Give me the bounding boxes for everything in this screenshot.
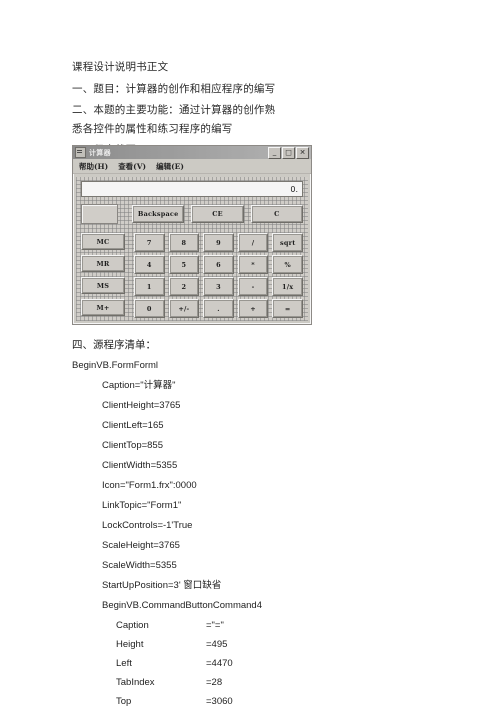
calculator-titlebar: 计算器 _ □ ✕ [73,146,311,159]
memory-add-button[interactable]: M+ [81,299,125,316]
property-name: Top [116,696,132,707]
property-name: TabIndex [116,677,155,688]
window-control-group: _ □ ✕ [268,146,309,159]
close-button[interactable]: ✕ [296,146,309,159]
property-name: Left [116,658,132,669]
key-4[interactable]: 4 [134,255,165,274]
memory-clear-button[interactable]: MC [81,233,125,250]
source-code-listing: 四、源程序清单： BeginVB.FormForml Caption="计算器"… [72,334,452,711]
code-line-command-begin: BeginVB.CommandButtonCommand4 [102,600,263,611]
property-name: Height [116,639,144,650]
key-decimal[interactable]: . [203,299,234,318]
key-3[interactable]: 3 [203,277,234,296]
clear-entry-button[interactable]: CE [191,205,244,223]
code-line-clientleft: ClientLeft=165 [102,420,164,431]
calculator-display[interactable]: 0. [81,181,303,197]
key-sqrt[interactable]: sqrt [272,233,303,252]
key-reciprocal[interactable]: 1/x [272,277,303,296]
backspace-button[interactable]: Backspace [132,205,185,223]
calculator-keypad-area: MC MR MS M+ 7 8 9 / sqrt 4 5 6 * % 1 2 3… [81,233,303,318]
code-line-scaleheight: ScaleHeight=3765 [102,540,180,551]
calculator-menubar: 帮助(H) 查看(V) 编辑(E) [73,159,311,174]
key-2[interactable]: 2 [168,277,200,296]
section-four-line: 四、源程序清单： [72,339,156,351]
memory-indicator [81,204,118,224]
key-7[interactable]: 7 [134,233,165,252]
key-equals[interactable]: = [272,299,303,318]
property-row: Top =3060 [72,692,452,711]
close-icon: ✕ [299,148,306,156]
key-sign[interactable]: +/- [168,299,200,318]
key-add[interactable]: + [237,299,269,318]
property-value: ="=" [206,620,224,631]
keypad-grid: 7 8 9 / sqrt 4 5 6 * % 1 2 3 - 1/x 0 +/-… [134,233,303,318]
code-line-lockcontrols: LockControls=-1'True [102,520,193,531]
code-line-linktopic: LinkTopic="Form1" [102,500,182,511]
key-6[interactable]: 6 [203,255,234,274]
property-value: =4470 [206,658,233,669]
property-value: =495 [206,639,228,650]
key-1[interactable]: 1 [134,277,165,296]
section-one-line: 一、题目：计算器的创作和相应程序的编写 [72,82,276,95]
memory-store-button[interactable]: MS [81,277,125,294]
key-subtract[interactable]: - [237,277,269,296]
minimize-button[interactable]: _ [268,146,281,159]
code-line-scalewidth: ScaleWidth=5355 [102,560,177,571]
section-two-text: 二、本题的主要功能：通过计算器的创作熟 悉各控件的属性和练习程序的编写 [72,104,276,135]
maximize-button[interactable]: □ [282,146,295,159]
key-8[interactable]: 8 [168,233,200,252]
code-line-startupposition: StartUpPosition=3' 窗口缺省 [102,580,222,591]
calculator-top-row: Backspace CE C [81,204,303,224]
code-line-caption: Caption="计算器" [102,380,176,391]
code-line-clienttop: ClientTop=855 [102,440,164,451]
menu-item-edit[interactable]: 编辑(E) [156,161,184,172]
memory-recall-button[interactable]: MR [81,255,125,272]
menu-item-help[interactable]: 帮助(H) [79,161,108,172]
calculator-client-area: 0. Backspace CE C MC MR MS M+ 7 8 9 / sq… [76,177,308,321]
calculator-screenshot: 计算器 _ □ ✕ 帮助(H) 查看(V) 编辑(E) 0. Backspace… [72,145,312,325]
property-name: Caption [116,620,149,631]
key-divide[interactable]: / [237,233,269,252]
calculator-title: 计算器 [89,148,111,157]
code-line-form-begin: BeginVB.FormForml [72,360,159,371]
clear-button[interactable]: C [250,205,303,223]
memory-button-column: MC MR MS M+ [81,233,125,316]
property-row: Caption ="=" [72,616,452,635]
doc-title-line: 课程设计说明书正文 [72,61,169,73]
menu-item-view[interactable]: 查看(V) [118,161,146,172]
property-row: Height =495 [72,635,452,654]
maximize-icon: □ [285,148,292,156]
calculator-window: 计算器 _ □ ✕ 帮助(H) 查看(V) 编辑(E) 0. Backspace… [72,145,312,325]
key-percent[interactable]: % [272,255,303,274]
code-line-icon: Icon="Form1.frx":0000 [102,480,197,491]
property-value: =3060 [206,696,233,707]
section-two-block: 二、本题的主要功能：通过计算器的创作熟 悉各控件的属性和练习程序的编写 [72,101,432,138]
top-button-group: Backspace CE C [132,205,303,223]
key-multiply[interactable]: * [237,255,269,274]
code-line-clientwidth: ClientWidth=5355 [102,460,178,471]
minimize-icon: _ [272,148,277,156]
key-9[interactable]: 9 [203,233,234,252]
property-value: =28 [206,677,223,688]
calculator-app-icon [75,147,86,158]
key-5[interactable]: 5 [168,255,200,274]
property-row: TabIndex =28 [72,673,452,692]
document-page: 课程设计说明书正文 一、题目：计算器的创作和相应程序的编写 二、本题的主要功能：… [0,0,500,708]
key-0[interactable]: 0 [134,299,165,318]
property-row: Left =4470 [72,654,452,673]
code-line-clientheight: ClientHeight=3765 [102,400,181,411]
